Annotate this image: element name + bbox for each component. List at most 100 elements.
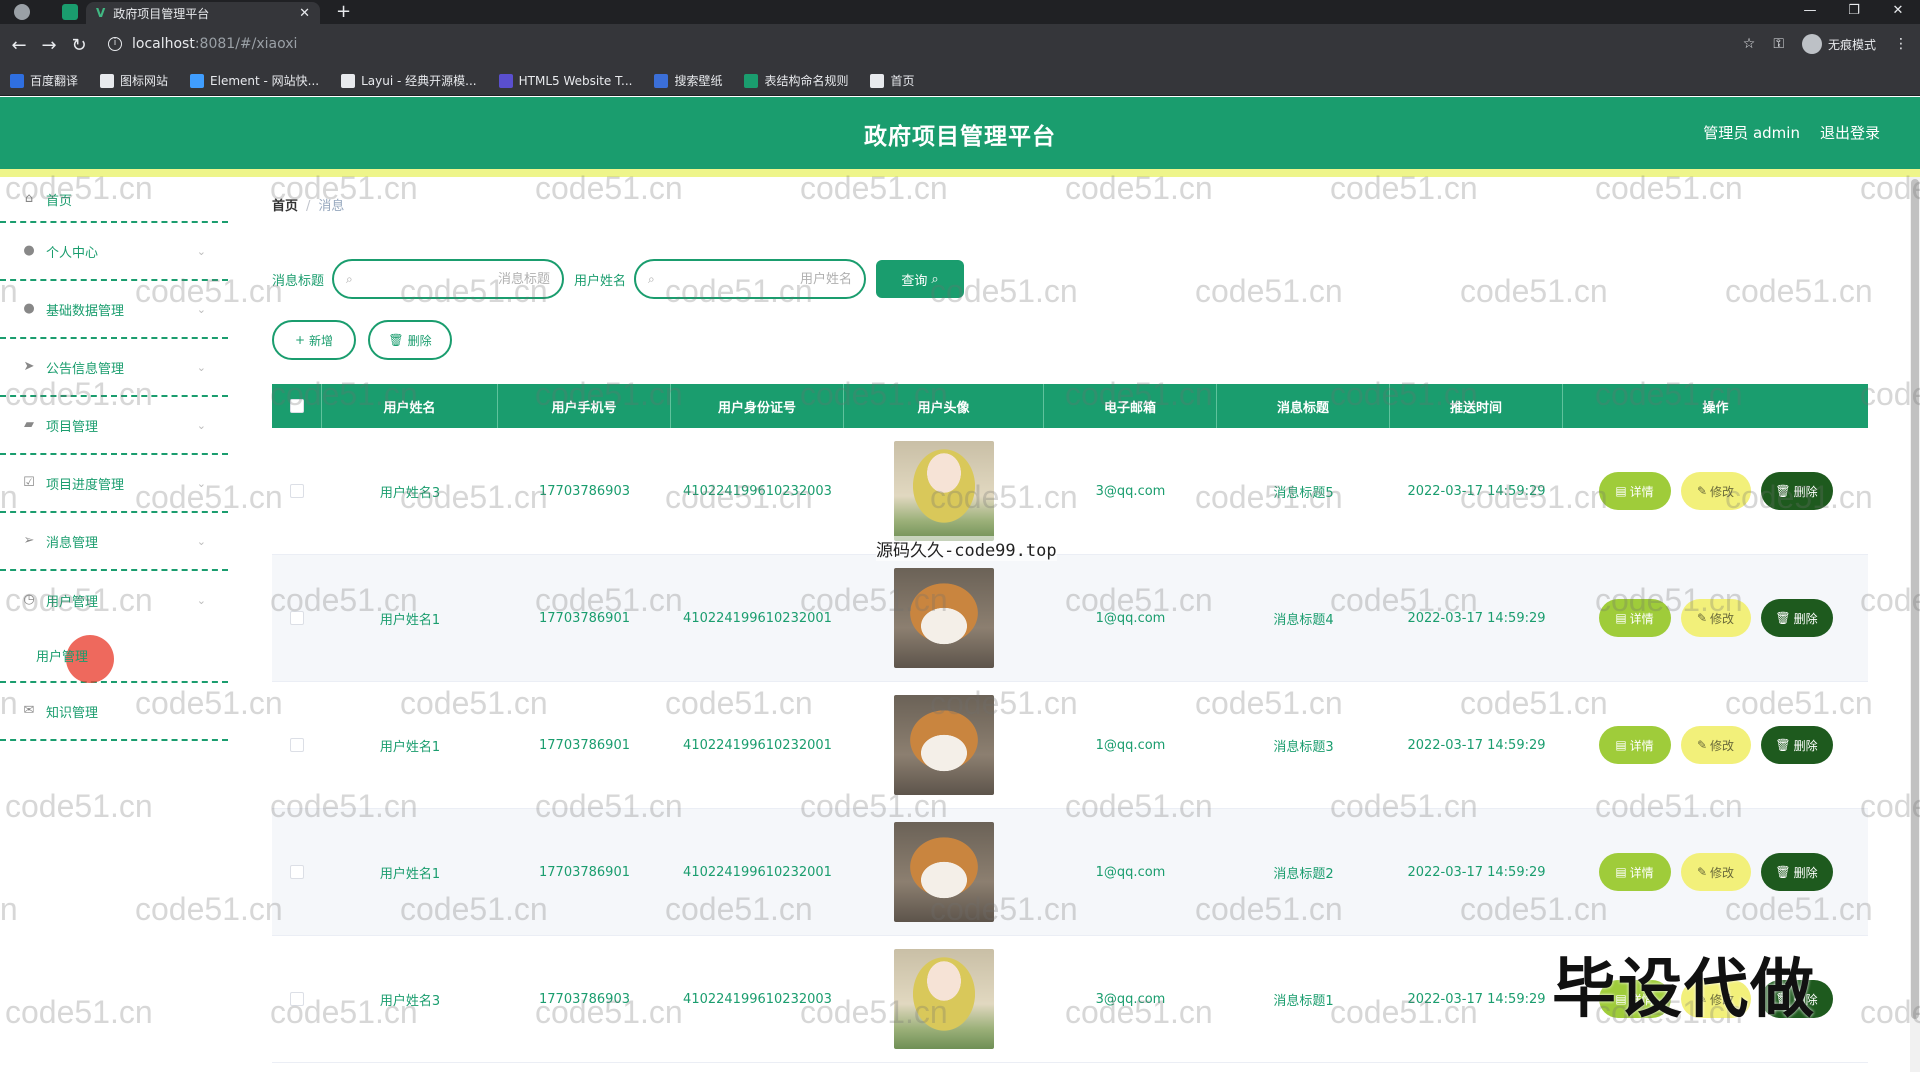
cell-text: 2022-03-17 14:59:29 — [1407, 737, 1546, 753]
bookmark-item[interactable]: 百度翻译 — [10, 72, 78, 89]
clock-icon: ◷ — [23, 592, 35, 607]
sidebar-item[interactable]: ➢ 消息管理 ⌄ — [0, 513, 228, 571]
sidebar-item-label: 个人中心 — [46, 245, 99, 261]
detail-button-label: 详情 — [1629, 484, 1654, 499]
title-search-input[interactable] — [370, 271, 551, 287]
detail-button[interactable]: ▤ 详情 — [1598, 472, 1671, 510]
name-search-input[interactable] — [672, 271, 853, 287]
incognito-indicator[interactable]: 无痕模式 — [1801, 34, 1876, 54]
edit-button[interactable]: ✎ 修改 — [1680, 599, 1751, 637]
bookmark-label: 首页 — [890, 74, 915, 88]
key-icon[interactable]: ⚿ — [1773, 36, 1784, 52]
breadcrumb-home[interactable]: 首页 — [272, 199, 298, 214]
sidebar-item[interactable]: ☑ 项目进度管理 ⌄ — [0, 455, 228, 513]
detail-button-label: 详情 — [1629, 738, 1654, 753]
delete-button[interactable]: 🗑 删除 — [1760, 599, 1833, 637]
bookmark-item[interactable]: 搜索壁纸 — [654, 72, 722, 89]
edit-button[interactable]: ✎ 修改 — [1680, 726, 1751, 764]
bookmark-star-icon[interactable]: ☆ — [1743, 36, 1756, 52]
trash-icon: 🗑 — [1775, 865, 1791, 879]
detail-button[interactable]: ▤ 详情 — [1598, 726, 1671, 764]
html5-icon — [498, 73, 513, 88]
detail-button[interactable]: ▤ 详情 — [1598, 599, 1671, 637]
browser-menu-icon[interactable]: ⋮ — [1894, 36, 1908, 52]
restore-icon[interactable]: ❐ — [1832, 0, 1876, 24]
table-cell-phone: 17703786901 — [498, 809, 671, 935]
site-info-icon[interactable]: i — [108, 37, 122, 51]
chat-icon: ▰ — [24, 417, 34, 432]
name-search-field[interactable]: ⌕ — [634, 259, 867, 299]
send-icon: ➢ — [23, 533, 35, 548]
add-button[interactable]: + 新增 — [272, 320, 356, 360]
sidebar-item[interactable]: ▰ 项目管理 ⌄ — [0, 397, 228, 455]
edit-button[interactable]: ✎ 修改 — [1680, 853, 1751, 891]
bookmark-item[interactable]: Layui - 经典开源模... — [341, 72, 477, 89]
cell-text: 消息标题5 — [1273, 485, 1334, 501]
bookmark-item[interactable]: Element - 网站快... — [190, 72, 319, 89]
table-cell-id-card: 410224199610232001 — [671, 555, 844, 681]
row-select-cell — [272, 682, 322, 808]
table-cell-time: 2022-03-17 14:59:29 — [1390, 936, 1563, 1062]
row-select-cell — [272, 555, 322, 681]
row-checkbox[interactable] — [290, 865, 304, 879]
delete-button[interactable]: 🗑 删除 — [1760, 472, 1833, 510]
browser-tab-active[interactable]: V 政府项目管理平台 ✕ — [86, 2, 320, 24]
header-user-area: 管理员 admin 退出登录 — [1703, 122, 1880, 143]
bookmark-item[interactable]: HTML5 Website T... — [498, 73, 632, 88]
delete-button-label: 删除 — [1793, 738, 1818, 753]
row-checkbox[interactable] — [290, 992, 304, 1006]
chevron-down-icon: ⌄ — [196, 534, 206, 548]
sidebar-item[interactable]: ◷ 用户管理 ⌄ — [0, 571, 228, 629]
table-cell-title: 消息标题3 — [1217, 682, 1390, 808]
delete-button[interactable]: 🗑 删除 — [1760, 853, 1833, 891]
reload-icon[interactable]: ↻ — [64, 35, 94, 56]
vue-logo-icon: V — [96, 6, 106, 20]
cell-text: 410224199610232001 — [683, 864, 832, 880]
cell-text: 2022-03-17 14:59:29 — [1407, 864, 1546, 880]
query-button[interactable]: 查询 ⌕ — [876, 260, 965, 298]
sidebar-item-label: 项目进度管理 — [46, 477, 125, 493]
sidebar-item-knowledge[interactable]: ✉ 知识管理 — [0, 683, 228, 741]
column-header: 操作 — [1702, 400, 1729, 416]
trash-icon: 🗑 — [1775, 484, 1791, 498]
sidebar-subitem-user-management[interactable]: 用户管理 — [0, 629, 228, 683]
scrollbar-thumb[interactable] — [1911, 179, 1919, 1019]
sidebar-item[interactable]: ⌂ 首页 — [0, 177, 228, 223]
cell-text: 1@qq.com — [1095, 737, 1166, 753]
forward-icon[interactable]: → — [34, 35, 64, 56]
table-cell-email: 1@qq.com — [1044, 809, 1217, 935]
bookmark-item[interactable]: 图标网站 — [100, 72, 168, 89]
sidebar-subitem-label: 用户管理 — [36, 649, 89, 665]
close-window-icon[interactable]: ✕ — [1876, 0, 1920, 24]
row-checkbox[interactable] — [290, 484, 304, 498]
back-icon[interactable]: ← — [4, 35, 34, 56]
search-icon: ⌕ — [931, 271, 939, 287]
row-checkbox[interactable] — [290, 738, 304, 752]
batch-delete-button[interactable]: 🗑 删除 — [368, 320, 452, 360]
minimize-icon[interactable]: — — [1788, 0, 1832, 24]
column-header: 用户手机号 — [498, 384, 671, 428]
title-search-field[interactable]: ⌕ — [332, 259, 565, 299]
edit-button[interactable]: ✎ 修改 — [1680, 472, 1751, 510]
close-tab-icon[interactable]: ✕ — [299, 6, 310, 21]
row-checkbox[interactable] — [290, 611, 304, 625]
delete-button[interactable]: 🗑 删除 — [1760, 726, 1833, 764]
url-field[interactable]: i localhost:8081/#/xiaoxi — [108, 29, 1758, 59]
detail-button[interactable]: ▤ 详情 — [1598, 853, 1671, 891]
table-cell-email: 3@qq.com — [1044, 428, 1217, 554]
sidebar-item[interactable]: ● 个人中心 ⌄ — [0, 223, 228, 281]
bookmark-item[interactable]: 首页 — [870, 72, 915, 89]
select-all-checkbox[interactable] — [289, 399, 304, 413]
logout-link[interactable]: 退出登录 — [1820, 122, 1880, 143]
column-header: 用户头像 — [844, 384, 1044, 428]
app-tab-icon[interactable] — [62, 4, 78, 20]
sidebar-item[interactable]: ● 基础数据管理 ⌄ — [0, 281, 228, 339]
page-scrollbar[interactable] — [1910, 177, 1920, 1072]
sidebar-item-label: 消息管理 — [46, 535, 99, 551]
new-tab-icon[interactable]: + — [336, 1, 351, 22]
table-cell-phone: 17703786903 — [498, 936, 671, 1062]
mail-icon: ✉ — [23, 703, 35, 718]
chevron-down-icon: ⌄ — [196, 302, 206, 316]
bookmark-item[interactable]: 表结构命名规则 — [744, 72, 848, 89]
sidebar-item[interactable]: ➤ 公告信息管理 ⌄ — [0, 339, 228, 397]
